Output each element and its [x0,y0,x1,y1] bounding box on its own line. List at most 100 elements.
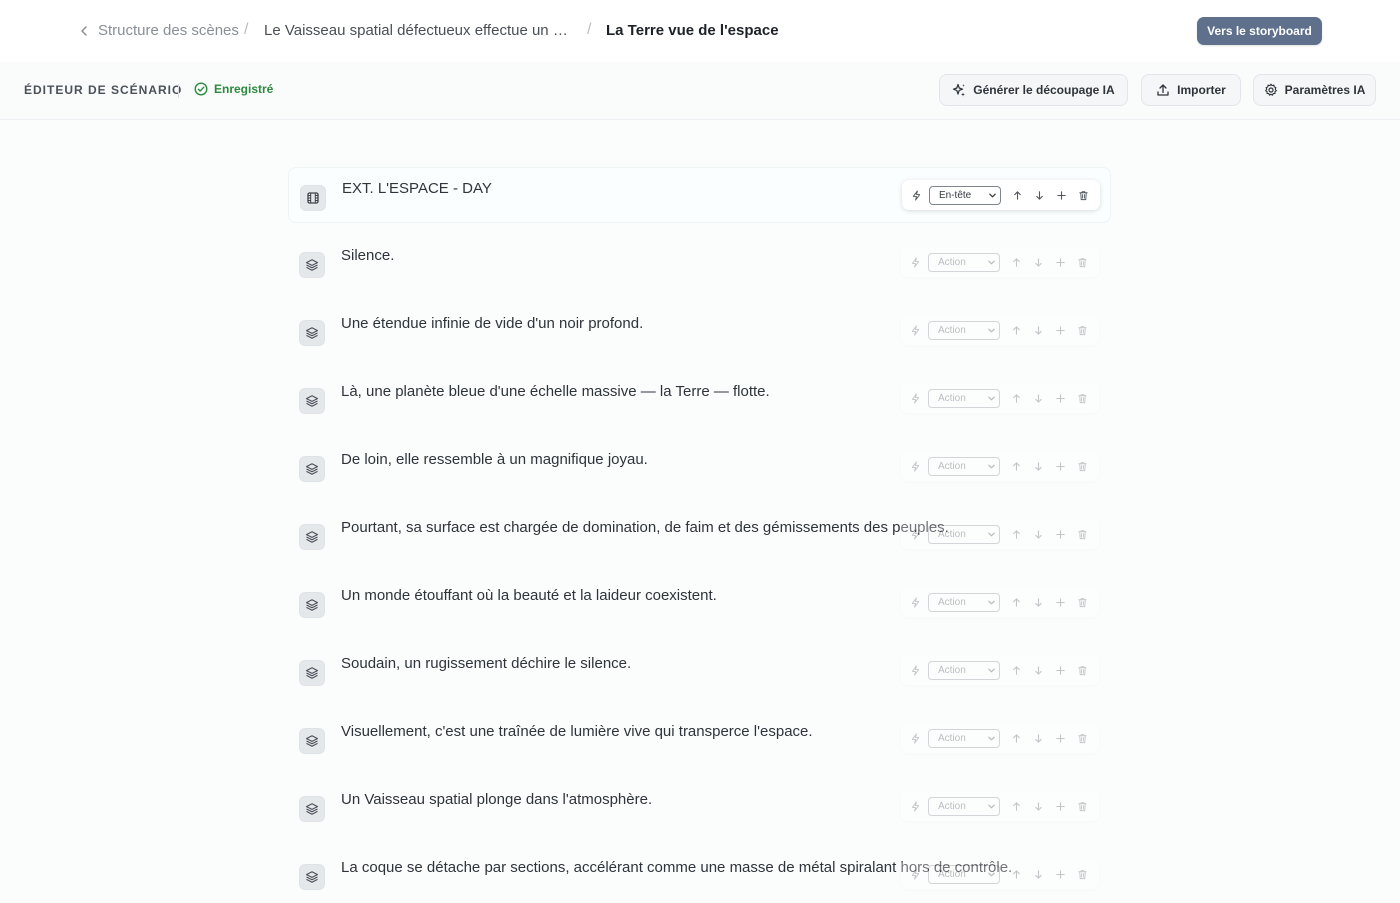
line-text[interactable]: Là, une planète bleue d'une échelle mass… [341,383,770,401]
move-down-icon[interactable] [1028,180,1050,210]
script-line[interactable]: Un Vaisseau spatial plonge dans l'atmosp… [288,779,1111,835]
breadcrumb-parent-link[interactable]: Le Vaisseau spatial défectueux effectue … [264,22,576,40]
line-type-select[interactable]: Action [928,660,1000,680]
move-down-icon[interactable] [1027,859,1049,889]
delete-icon[interactable] [1071,791,1093,821]
add-line-icon[interactable] [1049,723,1071,753]
breadcrumb-back-link[interactable]: Structure des scènes [78,22,239,40]
delete-icon[interactable] [1071,451,1093,481]
move-down-icon[interactable] [1027,383,1049,413]
ai-enhance-icon[interactable] [905,180,927,210]
move-down-icon[interactable] [1027,247,1049,277]
add-line-icon[interactable] [1049,247,1071,277]
line-text[interactable]: Soudain, un rugissement déchire le silen… [341,655,631,673]
script-line[interactable]: Silence. Action [288,235,1111,291]
ai-enhance-icon[interactable] [904,315,926,345]
add-line-icon[interactable] [1049,315,1071,345]
line-type-select[interactable]: Action [928,252,1000,272]
line-type-select[interactable]: Action [928,524,1000,544]
line-text[interactable]: Un monde étouffant où la beauté et la la… [341,587,717,605]
add-line-icon[interactable] [1049,655,1071,685]
line-text[interactable]: De loin, elle ressemble à un magnifique … [341,451,648,469]
line-type-select[interactable]: Action [928,728,1000,748]
storyboard-button[interactable]: Vers le storyboard [1197,17,1322,45]
move-up-icon[interactable] [1005,451,1027,481]
delete-icon[interactable] [1071,587,1093,617]
script-line[interactable]: La coque se détache par sections, accélé… [288,847,1111,903]
import-button[interactable]: Importer [1141,74,1241,106]
script-line[interactable]: Une étendue infinie de vide d'un noir pr… [288,303,1111,359]
ai-enhance-icon[interactable] [904,383,926,413]
move-up-icon[interactable] [1006,180,1028,210]
line-type-select[interactable]: En-tête [929,185,1001,205]
add-line-icon[interactable] [1049,519,1071,549]
add-line-icon[interactable] [1049,451,1071,481]
ai-enhance-icon[interactable] [904,587,926,617]
delete-icon[interactable] [1072,180,1094,210]
line-type-select[interactable]: Action [928,864,1000,884]
move-down-icon[interactable] [1027,451,1049,481]
line-type-select[interactable]: Action [928,592,1000,612]
ai-enhance-icon[interactable] [904,519,926,549]
line-text[interactable]: Silence. [341,247,394,265]
script-line[interactable]: Pourtant, sa surface est chargée de domi… [288,507,1111,563]
add-line-icon[interactable] [1049,587,1071,617]
script-line-active[interactable]: EXT. L'ESPACE - DAY En-tête [288,167,1111,223]
ai-enhance-icon[interactable] [904,791,926,821]
move-down-icon[interactable] [1027,315,1049,345]
move-down-icon[interactable] [1027,587,1049,617]
ai-enhance-icon[interactable] [904,655,926,685]
move-up-icon[interactable] [1005,791,1027,821]
add-line-icon[interactable] [1049,791,1071,821]
script-line[interactable]: Soudain, un rugissement déchire le silen… [288,643,1111,699]
line-text[interactable]: Pourtant, sa surface est chargée de domi… [341,519,949,537]
script-line[interactable]: Visuellement, c'est une traînée de lumiè… [288,711,1111,767]
move-up-icon[interactable] [1005,655,1027,685]
layers-icon [299,320,325,346]
line-text[interactable]: Une étendue infinie de vide d'un noir pr… [341,315,643,333]
move-up-icon[interactable] [1005,519,1027,549]
line-text[interactable]: EXT. L'ESPACE - DAY [342,180,492,198]
delete-icon[interactable] [1071,655,1093,685]
ai-enhance-icon[interactable] [904,247,926,277]
line-type-select[interactable]: Action [928,796,1000,816]
move-down-icon[interactable] [1027,655,1049,685]
delete-icon[interactable] [1071,723,1093,753]
line-type-value: En-tête [939,189,972,201]
line-type-select[interactable]: Action [928,320,1000,340]
move-up-icon[interactable] [1005,587,1027,617]
script-line[interactable]: De loin, elle ressemble à un magnifique … [288,439,1111,495]
delete-icon[interactable] [1071,247,1093,277]
line-controls: Action [901,383,1099,413]
add-line-icon[interactable] [1050,180,1072,210]
delete-icon[interactable] [1071,519,1093,549]
move-down-icon[interactable] [1027,791,1049,821]
add-line-icon[interactable] [1049,859,1071,889]
line-controls: Action [901,723,1099,753]
move-down-icon[interactable] [1027,723,1049,753]
move-up-icon[interactable] [1005,247,1027,277]
delete-icon[interactable] [1071,859,1093,889]
delete-icon[interactable] [1071,383,1093,413]
add-line-icon[interactable] [1049,383,1071,413]
generate-breakdown-button[interactable]: Générer le découpage IA [939,74,1128,106]
line-type-value: Action [938,868,966,880]
move-up-icon[interactable] [1005,315,1027,345]
ai-settings-button[interactable]: Paramètres IA [1253,74,1376,106]
move-up-icon[interactable] [1005,723,1027,753]
ai-enhance-icon[interactable] [904,451,926,481]
ai-enhance-icon[interactable] [904,859,926,889]
line-type-select[interactable]: Action [928,456,1000,476]
layers-icon [299,728,325,754]
divider [178,84,179,98]
script-line[interactable]: Là, une planète bleue d'une échelle mass… [288,371,1111,427]
delete-icon[interactable] [1071,315,1093,345]
line-text[interactable]: Un Vaisseau spatial plonge dans l'atmosp… [341,791,652,809]
line-text[interactable]: Visuellement, c'est une traînée de lumiè… [341,723,813,741]
ai-enhance-icon[interactable] [904,723,926,753]
move-up-icon[interactable] [1005,383,1027,413]
move-up-icon[interactable] [1005,859,1027,889]
script-line[interactable]: Un monde étouffant où la beauté et la la… [288,575,1111,631]
move-down-icon[interactable] [1027,519,1049,549]
line-type-select[interactable]: Action [928,388,1000,408]
